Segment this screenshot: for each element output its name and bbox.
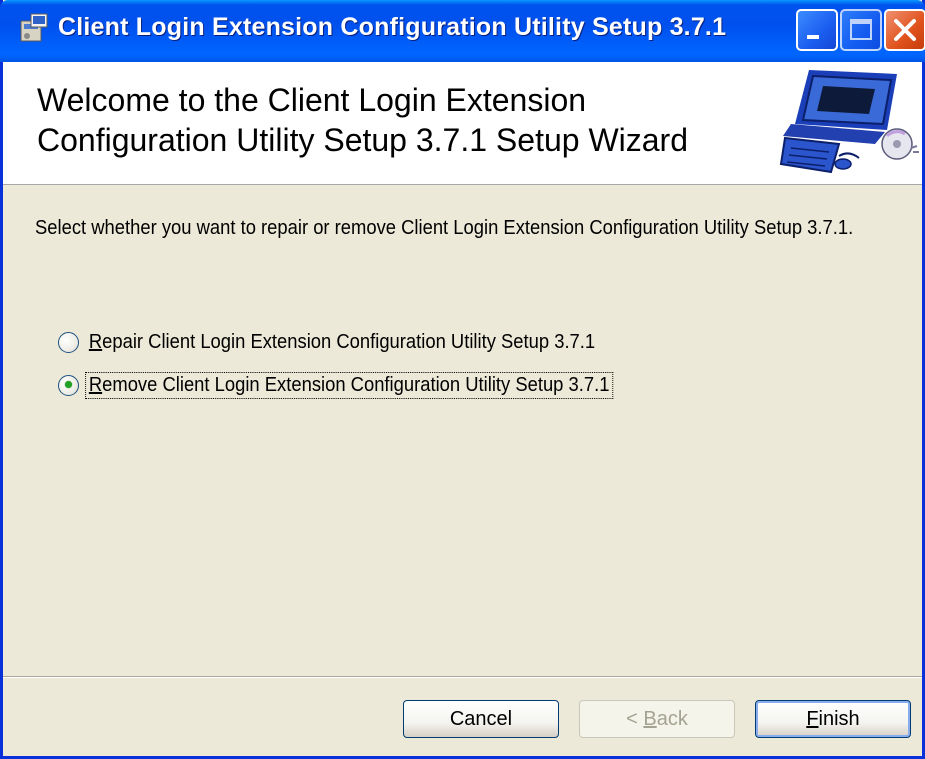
repair-option[interactable]: Repair Client Login Extension Configurat… [58,327,641,357]
installer-icon [20,13,48,42]
window-title: Client Login Extension Configuration Uti… [58,13,727,41]
minimize-button[interactable] [796,9,838,51]
finish-mnemonic: F [806,707,819,730]
back-button[interactable]: < Back [579,700,735,738]
remove-label-text: emove Client Login Extension Configurati… [102,373,610,396]
wizard-header: Welcome to the Client Login Extension Co… [3,62,922,185]
back-label-text: ack [656,707,688,730]
back-prefix: < [626,707,644,730]
close-button[interactable] [884,9,925,51]
repair-label-text: epair Client Login Extension Configurati… [102,330,596,353]
minimize-icon [807,35,819,39]
instruction-text: Select whether you want to repair or rem… [35,217,854,239]
remove-option-label[interactable]: Remove Client Login Extension Configurat… [85,371,614,399]
cancel-button[interactable]: Cancel [403,700,559,738]
remove-radio-button[interactable] [58,374,79,396]
maximize-icon [850,19,872,40]
footer-separator [3,676,922,678]
close-icon [894,19,916,41]
setup-wizard-window: Client Login Extension Configuration Uti… [0,0,925,759]
title-bar[interactable]: Client Login Extension Configuration Uti… [0,0,925,62]
remove-option[interactable]: Remove Client Login Extension Configurat… [58,370,657,400]
repair-option-label[interactable]: Repair Client Login Extension Configurat… [87,331,597,354]
finish-label-text: inish [818,707,860,730]
maximize-button[interactable] [840,9,882,51]
computer-setup-icon [779,70,919,174]
wizard-title: Welcome to the Client Login Extension Co… [37,82,688,158]
back-mnemonic: B [643,707,657,730]
repair-mnemonic: R [88,330,103,353]
remove-mnemonic: R [88,373,103,396]
finish-button[interactable]: Finish [755,700,911,738]
repair-radio-button[interactable] [58,331,79,353]
